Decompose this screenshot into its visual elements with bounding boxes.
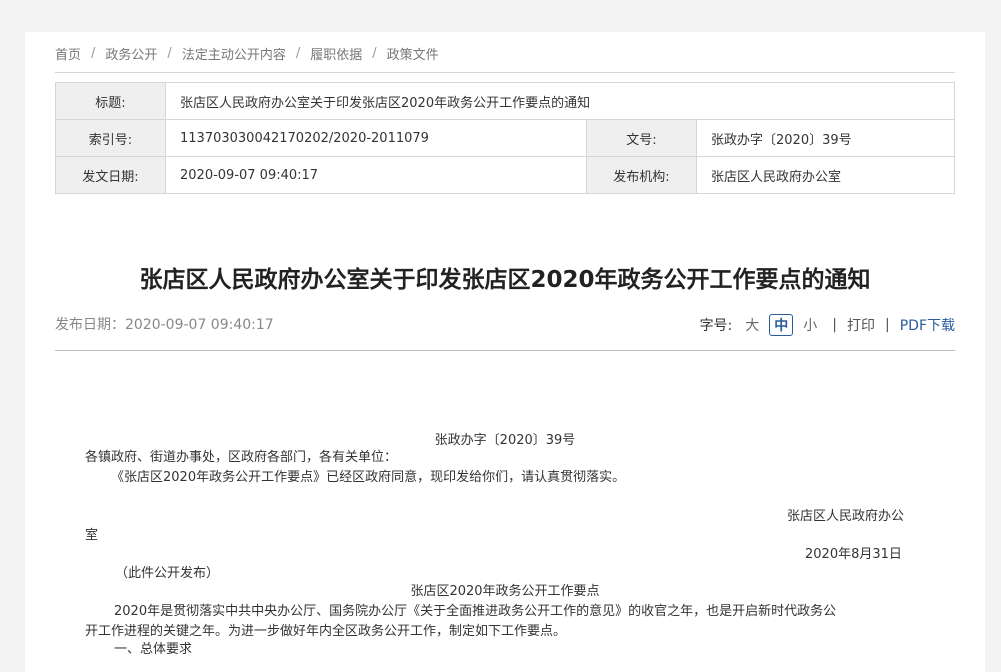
publish-info-bar: 发布日期：2020-09-07 09:40:17 字号: 大 中 小 | 打印 …	[55, 314, 955, 336]
meta-date-value: 2020-09-07 09:40:17	[165, 156, 587, 194]
font-size-medium-button[interactable]: 中	[769, 314, 794, 336]
article-title: 张店区人民政府办公室关于印发张店区2020年政务公开工作要点的通知	[139, 267, 871, 293]
meta-index-label: 索引号:	[55, 119, 166, 157]
meta-row-date: 发文日期: 2020-09-07 09:40:17 发布机构: 张店区人民政府办…	[55, 156, 955, 194]
breadcrumb-home-link[interactable]: 首页	[55, 44, 81, 63]
font-size-small-button[interactable]: 小	[803, 315, 817, 335]
body-signature-wrap: 室	[85, 528, 99, 543]
meta-row-title: 标题: 张店区人民政府办公室关于印发张店区2020年政务公开工作要点的通知	[55, 82, 955, 120]
breadcrumb: 首页 / 政务公开 / 法定主动公开内容 / 履职依据 / 政策文件	[55, 44, 439, 63]
font-size-label: 字号:	[699, 318, 733, 334]
meta-docno-label: 文号:	[586, 119, 697, 157]
tools-separator: |	[885, 317, 890, 333]
body-section-heading: 一、总体要求	[114, 642, 193, 657]
breadcrumb-statutory-content-link[interactable]: 法定主动公开内容	[182, 44, 286, 63]
pdf-download-link[interactable]: PDF下载	[900, 315, 955, 335]
content-panel: 首页 / 政务公开 / 法定主动公开内容 / 履职依据 / 政策文件 标题: 张…	[25, 32, 985, 672]
body-sign-date: 2020年8月31日	[805, 547, 902, 562]
tools-separator: |	[832, 317, 837, 333]
breadcrumb-gov-affairs-link[interactable]: 政务公开	[105, 44, 157, 63]
meta-title-label: 标题:	[55, 82, 166, 120]
body-signature: 张店区人民政府办公	[787, 509, 905, 524]
print-button[interactable]: 打印	[847, 315, 875, 335]
breadcrumb-divider	[55, 72, 955, 73]
body-intro: 《张店区2020年政务公开工作要点》已经区政府同意，现印发给你们，请认真贯彻落实…	[111, 470, 626, 485]
meta-row-index: 索引号: 113703030042170202/2020-2011079 文号:…	[55, 119, 955, 157]
body-paragraph-1: 2020年是贯彻落实中共中央办公厅、国务院办公厅《关于全面推进政务公开工作的意见…	[114, 604, 837, 619]
meta-index-value: 113703030042170202/2020-2011079	[165, 119, 587, 157]
breadcrumb-separator: /	[167, 46, 172, 61]
document-meta-table: 标题: 张店区人民政府办公室关于印发张店区2020年政务公开工作要点的通知 索引…	[55, 82, 955, 194]
meta-docno-value: 张政办字〔2020〕39号	[696, 119, 955, 157]
breadcrumb-duty-basis-link[interactable]: 履职依据	[310, 44, 362, 63]
meta-org-value: 张店区人民政府办公室	[696, 156, 955, 194]
body-subtitle: 张店区2020年政务公开工作要点	[410, 584, 600, 599]
body-public-note: （此件公开发布）	[115, 566, 220, 581]
publish-divider	[55, 350, 955, 351]
body-paragraph-1-cont: 开工作进程的关键之年。为进一步做好年内全区政务公开工作，制定如下工作要点。	[85, 624, 567, 639]
article-tools: 字号: 大 中 小 | 打印 | PDF下载	[700, 314, 955, 336]
breadcrumb-separator: /	[372, 46, 377, 61]
meta-date-label: 发文日期:	[55, 156, 166, 194]
meta-org-label: 发布机构:	[586, 156, 697, 194]
body-recipients: 各镇政府、街道办事处，区政府各部门，各有关单位：	[85, 450, 398, 465]
publish-date: 发布日期：2020-09-07 09:40:17	[55, 317, 274, 333]
breadcrumb-separator: /	[91, 46, 96, 61]
meta-title-value: 张店区人民政府办公室关于印发张店区2020年政务公开工作要点的通知	[165, 82, 955, 120]
font-size-large-button[interactable]: 大	[745, 315, 759, 335]
breadcrumb-policy-docs-link[interactable]: 政策文件	[387, 44, 439, 63]
breadcrumb-separator: /	[295, 46, 301, 61]
